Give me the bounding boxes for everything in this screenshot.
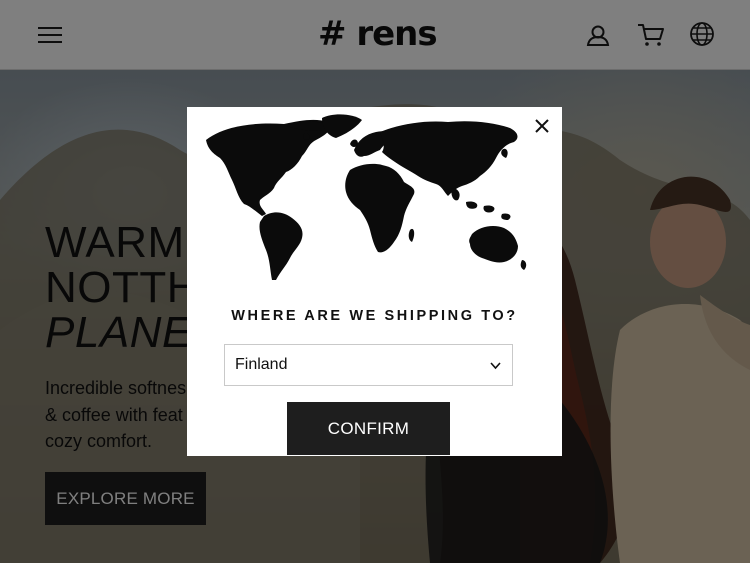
country-select[interactable]: Finland [224,344,513,386]
world-map-icon [206,114,527,280]
chevron-down-icon [489,359,502,372]
shipping-question: WHERE ARE WE SHIPPING TO? [231,308,518,324]
close-icon[interactable] [532,116,552,136]
country-select-value: Finland [235,356,288,373]
confirm-button[interactable]: CONFIRM [287,402,450,455]
shipping-country-modal: WHERE ARE WE SHIPPING TO? Finland CONFIR… [187,107,562,456]
